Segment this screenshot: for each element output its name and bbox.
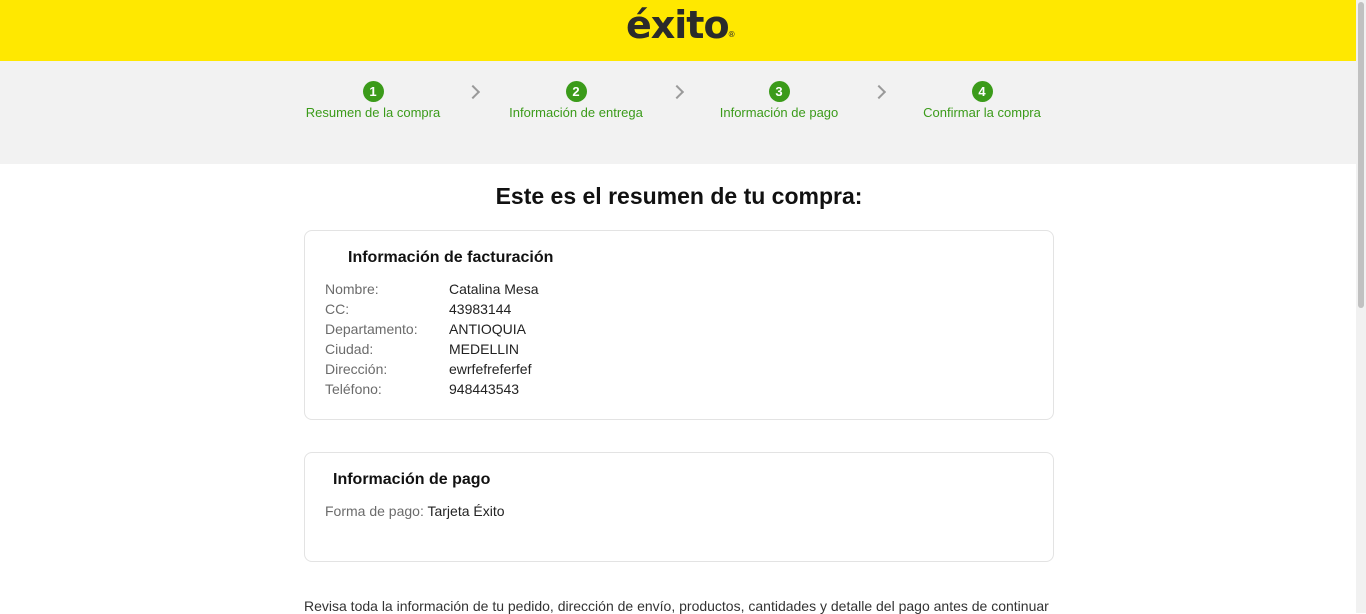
step-number: 4 — [971, 81, 993, 102]
field-label: CC: — [325, 301, 350, 317]
top-header: éxito ® — [0, 0, 1356, 61]
logo-text: éxito — [626, 3, 730, 47]
step-confirm[interactable]: 4 Confirmar la compra — [882, 81, 1082, 120]
field-value: 948443543 — [449, 381, 520, 397]
field-value: Catalina Mesa — [449, 281, 539, 297]
payment-method-row: Forma de pago: Tarjeta Éxito — [325, 503, 505, 519]
step-number: 1 — [362, 81, 384, 102]
step-label: Confirmar la compra — [923, 105, 1041, 120]
step-summary[interactable]: 1 Resumen de la compra — [273, 81, 473, 120]
field-value: ANTIOQUIA — [449, 321, 527, 337]
step-delivery[interactable]: 2 Información de entrega — [476, 81, 676, 120]
payment-info-card: Información de pago Forma de pago: Tarje… — [304, 452, 1054, 562]
field-label: Nombre: — [325, 281, 379, 297]
payment-heading: Información de pago — [333, 471, 491, 488]
step-label: Información de pago — [719, 105, 839, 120]
field-label: Teléfono: — [325, 381, 382, 397]
billing-heading: Información de facturación — [348, 249, 554, 266]
billing-fields: Nombre: Catalina Mesa CC: 43983144 Depar… — [325, 281, 539, 401]
field-row-address: Dirección: ewrfefreferfef — [325, 361, 539, 381]
registered-mark: ® — [727, 30, 736, 39]
field-label: Ciudad: — [325, 341, 374, 357]
step-number: 2 — [565, 81, 587, 102]
field-row-phone: Teléfono: 948443543 — [325, 381, 539, 401]
vertical-scrollbar[interactable] — [1356, 0, 1366, 613]
step-number: 3 — [768, 81, 790, 102]
checkout-stepper: 1 Resumen de la compra 2 Información de … — [0, 61, 1356, 164]
page-title: Este es el resumen de tu compra: — [495, 183, 863, 209]
field-row-cc: CC: 43983144 — [325, 301, 539, 321]
field-value: ewrfefreferfef — [449, 361, 532, 377]
field-value: MEDELLIN — [449, 341, 520, 357]
step-label: Información de entrega — [509, 105, 643, 120]
field-label: Departamento: — [325, 321, 418, 337]
field-row-name: Nombre: Catalina Mesa — [325, 281, 539, 301]
payment-method-value: Tarjeta Éxito — [427, 503, 505, 519]
step-payment[interactable]: 3 Información de pago — [679, 81, 879, 120]
field-row-department: Departamento: ANTIOQUIA — [325, 321, 539, 341]
field-value: 43983144 — [449, 301, 512, 317]
step-label: Resumen de la compra — [305, 105, 441, 120]
review-notice: Revisa toda la información de tu pedido,… — [304, 598, 1049, 614]
exito-logo[interactable]: éxito ® — [626, 2, 736, 52]
field-row-city: Ciudad: MEDELLIN — [325, 341, 539, 361]
scrollbar-thumb[interactable] — [1358, 2, 1364, 308]
field-label: Dirección: — [325, 361, 388, 377]
billing-info-card: Información de facturación Nombre: Catal… — [304, 230, 1054, 420]
payment-method-label: Forma de pago: — [325, 503, 424, 519]
